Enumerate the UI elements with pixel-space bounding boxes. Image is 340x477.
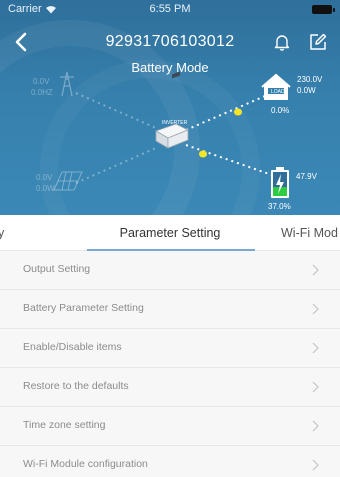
menu-item-label: Enable/Disable items: [23, 341, 122, 353]
load-percent: 0.0%: [271, 106, 290, 115]
menu-item-restore-defaults[interactable]: Restore to the defaults: [0, 368, 340, 407]
menu-item-output-setting[interactable]: Output Setting: [0, 251, 340, 290]
chevron-right-icon: [312, 342, 319, 354]
chevron-right-icon: [312, 264, 319, 276]
chevron-right-icon: [312, 420, 319, 432]
chevron-right-icon: [312, 303, 319, 315]
house-load-icon: [261, 73, 291, 100]
battery-voltage: 47.9V: [296, 172, 317, 181]
grid-tower-icon: [60, 71, 74, 97]
menu-item-time-zone-setting[interactable]: Time zone setting: [0, 407, 340, 446]
menu-item-enable-disable-items[interactable]: Enable/Disable items: [0, 329, 340, 368]
inverter-label: INVERTER: [162, 120, 188, 126]
battery-percent: 37.0%: [268, 202, 291, 211]
battery-flow-dot: [199, 150, 207, 158]
load-voltage: 230.0V: [297, 75, 323, 84]
menu-item-label: Output Setting: [23, 263, 91, 275]
pv-voltage: 0.0V: [36, 173, 53, 182]
chevron-right-icon: [312, 381, 319, 393]
pv-flow-line: [75, 147, 157, 184]
load-flow-line: [185, 95, 266, 131]
battery-charging-icon: [271, 167, 289, 198]
menu-item-label: Wi-Fi Module configuration: [23, 458, 148, 470]
battery-flow-line: [185, 144, 273, 176]
solar-panel-icon: [53, 171, 83, 191]
menu-item-battery-parameter-setting[interactable]: Battery Parameter Setting: [0, 290, 340, 329]
tab-wifi-module[interactable]: Wi-Fi Mod: [281, 226, 338, 240]
dashboard-header: Carrier 6:55 PM 92931706103012 Battery M…: [0, 0, 340, 215]
menu-item-label: Restore to the defaults: [23, 380, 129, 392]
inverter-icon: [155, 71, 189, 149]
grid-voltage: 0.0V: [33, 77, 50, 86]
menu-item-label: Time zone setting: [23, 419, 106, 431]
menu-item-wifi-module-configuration[interactable]: Wi-Fi Module configuration: [0, 446, 340, 477]
tab-bar: y Parameter Setting Wi-Fi Mod: [0, 215, 340, 251]
grid-frequency: 0.0HZ: [31, 88, 53, 97]
pv-power: 0.0W: [36, 184, 55, 193]
chevron-right-icon: [312, 459, 319, 471]
load-label: LOAD: [271, 89, 285, 95]
grid-flow-line: [75, 92, 157, 129]
load-power: 0.0W: [297, 86, 316, 95]
menu-item-label: Battery Parameter Setting: [23, 302, 144, 314]
settings-menu: Output Setting Battery Parameter Setting…: [0, 251, 340, 477]
load-flow-dot: [234, 108, 242, 116]
